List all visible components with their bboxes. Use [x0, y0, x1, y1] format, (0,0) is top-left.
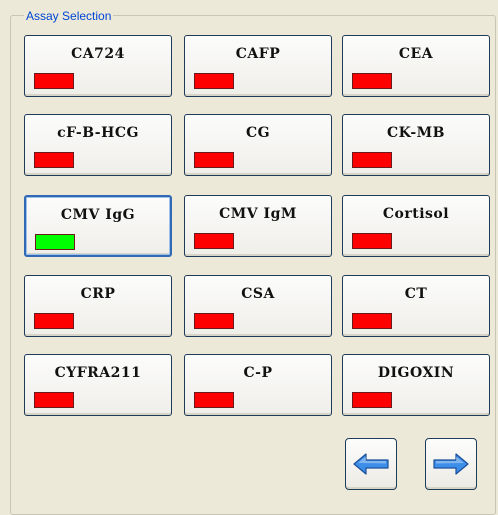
assay-button-cf-b-hcg[interactable]: cF-B-HCG [24, 114, 172, 176]
status-indicator [34, 313, 74, 329]
status-indicator [194, 73, 234, 89]
status-indicator [352, 233, 392, 249]
next-page-button[interactable] [425, 438, 477, 490]
assay-label: CRP [80, 286, 116, 302]
assay-label: CAFP [235, 46, 281, 62]
assay-label: CMV IgM [219, 206, 297, 222]
status-indicator [352, 152, 392, 168]
arrow-right-icon [433, 453, 469, 475]
assay-button-ca724[interactable]: CA724 [24, 35, 172, 97]
assay-label: CT [404, 286, 428, 302]
status-indicator [35, 234, 75, 250]
status-indicator [352, 73, 392, 89]
status-indicator [194, 392, 234, 408]
status-indicator [194, 152, 234, 168]
assay-label: CK-MB [387, 125, 445, 141]
assay-label: DIGOXIN [377, 365, 455, 381]
assay-label: CG [245, 125, 271, 141]
status-indicator [34, 152, 74, 168]
assay-label: Cortisol [382, 206, 450, 222]
assay-button-cg[interactable]: CG [184, 114, 332, 176]
assay-button-crp[interactable]: CRP [24, 275, 172, 337]
assay-button-cmv-igg[interactable]: CMV IgG [24, 195, 172, 257]
assay-label: CMV IgG [60, 207, 136, 223]
status-indicator [352, 313, 392, 329]
assay-label: C-P [243, 365, 273, 381]
assay-button-cmv-igm[interactable]: CMV IgM [184, 195, 332, 257]
arrow-left-icon [353, 453, 389, 475]
assay-button-ck-mb[interactable]: CK-MB [342, 114, 490, 176]
assay-button-digoxin[interactable]: DIGOXIN [342, 354, 490, 416]
status-indicator [34, 73, 74, 89]
status-indicator [352, 392, 392, 408]
assay-button-ct[interactable]: CT [342, 275, 490, 337]
group-title: Assay Selection [24, 9, 114, 23]
assay-label: CA724 [71, 46, 125, 62]
status-indicator [194, 313, 234, 329]
status-indicator [34, 392, 74, 408]
assay-button-csa[interactable]: CSA [184, 275, 332, 337]
status-indicator [194, 233, 234, 249]
assay-label: CYFRA211 [54, 365, 142, 381]
assay-button-cortisol[interactable]: Cortisol [342, 195, 490, 257]
assay-button-cea[interactable]: CEA [342, 35, 490, 97]
assay-button-c-p[interactable]: C-P [184, 354, 332, 416]
assay-label: cF-B-HCG [57, 125, 139, 141]
assay-label: CEA [398, 46, 434, 62]
assay-button-cafp[interactable]: CAFP [184, 35, 332, 97]
assay-label: CSA [241, 286, 275, 302]
previous-page-button[interactable] [345, 438, 397, 490]
assay-button-cyfra211[interactable]: CYFRA211 [24, 354, 172, 416]
